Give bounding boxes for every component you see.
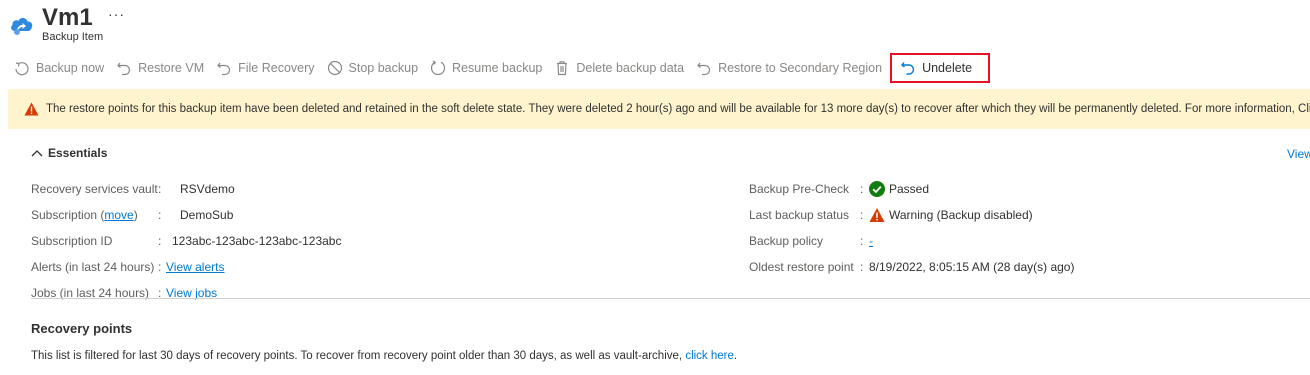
undelete-label: Undelete: [922, 61, 973, 75]
oldest-restore-label: Oldest restore point: [749, 260, 854, 274]
backup-now-label: Backup now: [36, 61, 105, 75]
undelete-icon: [901, 62, 915, 75]
backup-now-icon: [15, 62, 29, 76]
recovery-points-description: This list is filtered for last 30 days o…: [31, 350, 737, 362]
restore-vm-button[interactable]: Restore VM: [110, 53, 210, 83]
more-options-button[interactable]: ···: [108, 6, 125, 22]
stop-backup-label: Stop backup: [348, 61, 419, 75]
banner-message[interactable]: The restore points for this backup item …: [46, 103, 1310, 115]
essentials-heading: Essentials: [48, 146, 108, 160]
policy-label: Backup policy: [749, 234, 824, 248]
file-recovery-button[interactable]: File Recovery: [210, 53, 320, 83]
essentials-toggle[interactable]: Essentials: [31, 146, 107, 160]
policy-row: Backup policy : -: [749, 228, 1074, 254]
colon: :: [860, 182, 864, 196]
vault-value[interactable]: RSVdemo: [180, 182, 235, 196]
subscription-id-value: 123abc-123abc-123abc-123abc: [172, 234, 342, 248]
jobs-row: Jobs (in last 24 hours) : View jobs: [31, 280, 341, 306]
trash-icon: [557, 61, 568, 76]
subscription-label-prefix: Subscription (: [31, 208, 105, 222]
restore-icon: [217, 62, 231, 76]
policy-link[interactable]: -: [869, 234, 873, 248]
click-here-link[interactable]: click here: [685, 350, 734, 362]
essentials-right-column: Backup Pre-Check : Passed Last backup st…: [749, 176, 1074, 280]
page-title: Vm1: [42, 4, 93, 31]
subscription-label-suffix: ): [133, 208, 138, 222]
subscription-row: Subscription (move) : DemoSub: [31, 202, 341, 228]
backup-now-button[interactable]: Backup now: [8, 53, 110, 83]
delete-backup-data-button[interactable]: Delete backup data: [548, 53, 690, 83]
subscription-value[interactable]: DemoSub: [180, 208, 233, 222]
last-backup-value[interactable]: Warning (Backup disabled): [889, 208, 1033, 222]
oldest-restore-value: 8/19/2022, 8:05:15 AM (28 day(s) ago): [869, 260, 1075, 274]
file-recovery-label: File Recovery: [238, 61, 315, 75]
vault-label: Recovery services vault: [31, 182, 158, 196]
undelete-button[interactable]: Undelete: [890, 53, 991, 83]
section-divider: [31, 298, 1310, 299]
essentials-left-column: Recovery services vault : RSVdemo Subscr…: [31, 176, 341, 306]
resume-backup-label: Resume backup: [452, 61, 543, 75]
resume-backup-button[interactable]: Resume backup: [424, 53, 548, 83]
oldest-restore-row: Oldest restore point : 8/19/2022, 8:05:1…: [749, 254, 1074, 280]
alerts-row: Alerts (in last 24 hours) : View alerts: [31, 254, 341, 280]
colon: :: [158, 182, 162, 196]
success-check-icon: [869, 181, 885, 197]
soft-delete-warning-banner: The restore points for this backup item …: [8, 89, 1310, 129]
precheck-row: Backup Pre-Check : Passed: [749, 176, 1074, 202]
last-backup-row: Last backup status : Warning (Backup dis…: [749, 202, 1074, 228]
stop-backup-button[interactable]: Stop backup: [321, 53, 425, 83]
restore-icon: [697, 62, 711, 76]
view-alerts-link[interactable]: View alerts: [166, 260, 224, 274]
stop-icon: [327, 60, 342, 76]
recovery-points-text: This list is filtered for last 30 days o…: [31, 350, 683, 362]
colon: :: [860, 260, 864, 274]
last-backup-label: Last backup status: [749, 208, 850, 222]
chevron-up-icon: [31, 150, 43, 157]
colon: :: [860, 234, 864, 248]
restore-icon: [117, 62, 131, 76]
restore-secondary-region-button[interactable]: Restore to Secondary Region: [690, 53, 888, 83]
restore-secondary-region-label: Restore to Secondary Region: [718, 61, 883, 75]
recovery-points-heading: Recovery points: [31, 321, 133, 336]
vault-row: Recovery services vault : RSVdemo: [31, 176, 341, 202]
subscription-id-row: Subscription ID : 123abc-123abc-123abc-1…: [31, 228, 341, 254]
resume-icon: [431, 60, 446, 75]
command-bar: Backup now Restore VM File Recovery Stop…: [8, 53, 991, 83]
subscription-id-label: Subscription ID: [31, 234, 113, 248]
recovery-points-suffix: .: [733, 350, 738, 362]
warning-icon: [869, 208, 885, 222]
page-subtitle: Backup Item: [42, 31, 104, 43]
warning-icon: [24, 102, 39, 116]
delete-backup-data-label: Delete backup data: [576, 61, 685, 75]
restore-vm-label: Restore VM: [138, 61, 205, 75]
colon: :: [158, 234, 162, 248]
precheck-label: Backup Pre-Check: [749, 182, 850, 196]
move-link[interactable]: move: [104, 208, 133, 222]
colon: :: [860, 208, 864, 222]
alerts-label: Alerts (in last 24 hours): [31, 260, 155, 274]
json-view-link[interactable]: View: [1287, 147, 1310, 161]
colon: :: [158, 208, 162, 222]
backup-cloud-icon: [11, 18, 33, 35]
precheck-value[interactable]: Passed: [889, 182, 929, 196]
